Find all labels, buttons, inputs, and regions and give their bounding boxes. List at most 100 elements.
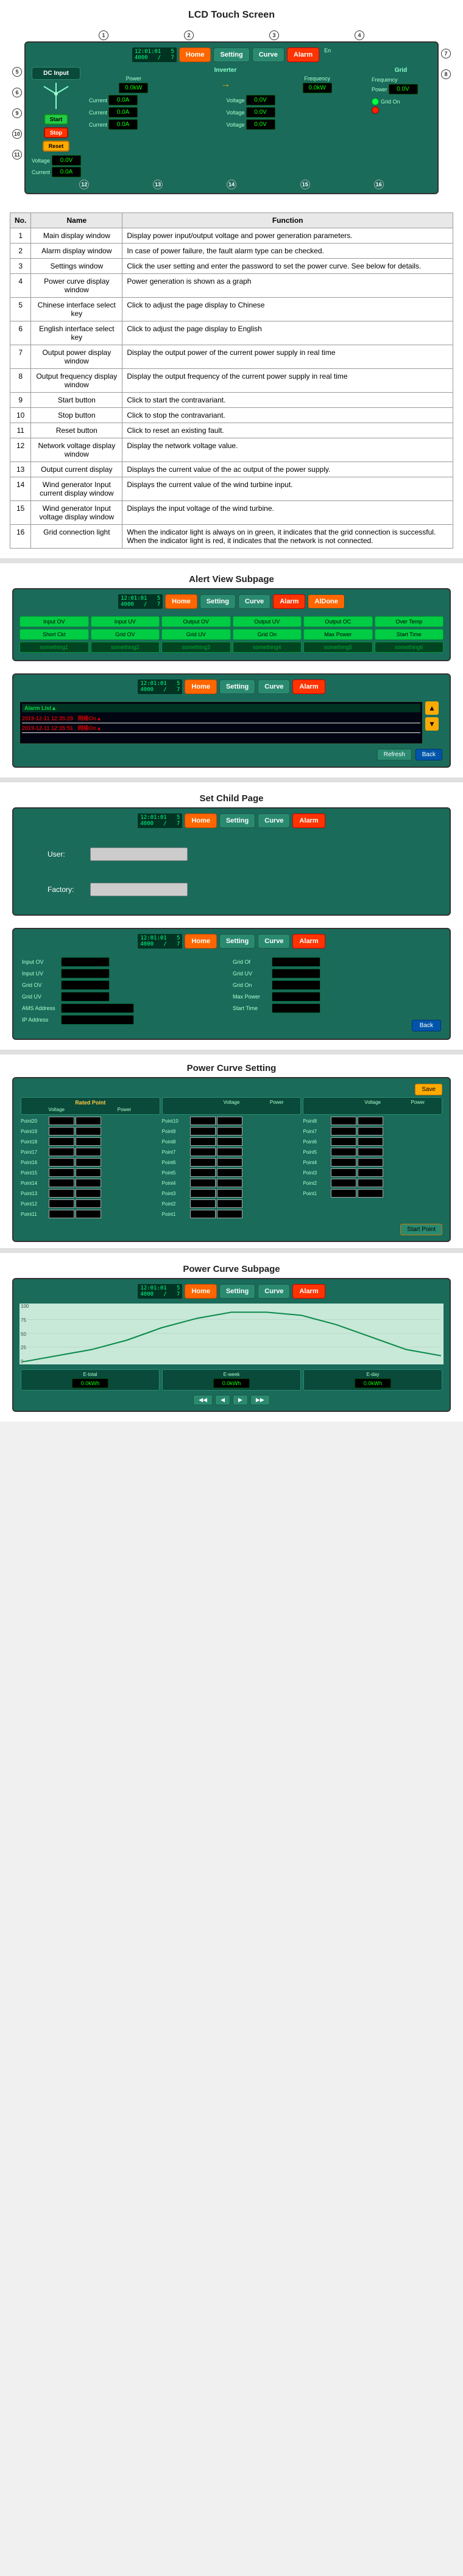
ams-addr-field[interactable] — [61, 1003, 134, 1013]
nav-curve-btn[interactable]: Curve — [252, 47, 285, 62]
alert-nav-curve[interactable]: Curve — [238, 594, 270, 609]
point-voltage-input3[interactable] — [331, 1117, 356, 1125]
point-voltage-input2[interactable] — [190, 1148, 216, 1156]
point-voltage-input3[interactable] — [331, 1158, 356, 1167]
point-power-input[interactable] — [76, 1168, 101, 1177]
curve-right-btn[interactable]: ▶ — [233, 1395, 248, 1405]
curve-next-btn[interactable]: ▶▶ — [250, 1395, 270, 1405]
alert-log-setting[interactable]: Setting — [219, 679, 255, 694]
nav-setting-btn[interactable]: Setting — [213, 47, 249, 62]
alert-log-home[interactable]: Home — [185, 679, 217, 694]
point-voltage-input2[interactable] — [190, 1137, 216, 1146]
curve-save-btn[interactable]: Save — [415, 1084, 442, 1095]
alert-item[interactable]: Grid OV — [91, 629, 160, 640]
grid-on-field[interactable] — [272, 980, 320, 990]
point-power-input2[interactable] — [217, 1210, 242, 1218]
point-voltage-input[interactable] — [49, 1179, 74, 1187]
point-power-input2[interactable] — [217, 1189, 242, 1198]
set-nav-setting[interactable]: Setting — [219, 813, 255, 828]
point-power-input3[interactable] — [358, 1137, 383, 1146]
curve-nav-setting[interactable]: Setting — [219, 1284, 255, 1299]
point-voltage-input[interactable] — [49, 1158, 74, 1167]
point-power-input3[interactable] — [358, 1148, 383, 1156]
point-voltage-input2[interactable] — [190, 1168, 216, 1177]
point-voltage-input2[interactable] — [190, 1117, 216, 1125]
grid-uv2-field[interactable] — [272, 969, 320, 978]
point-voltage-input3[interactable] — [331, 1189, 356, 1198]
point-voltage-input[interactable] — [49, 1210, 74, 1218]
set-nav-alarm[interactable]: Alarm — [292, 813, 325, 828]
point-power-input[interactable] — [76, 1210, 101, 1218]
point-power-input[interactable] — [76, 1189, 101, 1198]
point-power-input2[interactable] — [217, 1127, 242, 1135]
point-power-input3[interactable] — [358, 1189, 383, 1198]
point-power-input[interactable] — [76, 1158, 101, 1167]
back-btn[interactable]: Back — [415, 749, 442, 760]
alert-item[interactable]: something5 — [303, 642, 373, 653]
settings-nav-setting[interactable]: Setting — [219, 934, 255, 949]
alert-item[interactable]: Short Ckt — [19, 629, 89, 640]
refresh-btn[interactable]: Refresh — [377, 749, 412, 760]
settings-nav-home[interactable]: Home — [185, 934, 217, 949]
point-power-input3[interactable] — [358, 1179, 383, 1187]
stop-btn[interactable]: Stop — [44, 127, 68, 138]
point-power-input[interactable] — [76, 1148, 101, 1156]
alert-log-curve[interactable]: Curve — [258, 679, 290, 694]
point-power-input[interactable] — [76, 1137, 101, 1146]
point-voltage-input2[interactable] — [190, 1179, 216, 1187]
alert-item[interactable]: Max Power — [303, 629, 373, 640]
user-input[interactable] — [90, 848, 188, 861]
curve-prev-btn[interactable]: ◀◀ — [193, 1395, 213, 1405]
grid-uv-field[interactable] — [61, 992, 110, 1002]
factory-input[interactable] — [90, 883, 188, 896]
alert-item[interactable]: something3 — [161, 642, 231, 653]
alert-back-top[interactable]: AlDone — [308, 594, 345, 609]
point-voltage-input3[interactable] — [331, 1179, 356, 1187]
reset-btn[interactable]: Reset — [43, 141, 70, 152]
curve-nav-alarm[interactable]: Alarm — [292, 1284, 325, 1299]
start-btn[interactable]: Start — [44, 114, 69, 125]
point-voltage-input3[interactable] — [331, 1148, 356, 1156]
alert-item[interactable]: Input OV — [19, 616, 89, 627]
alert-item[interactable]: Start Time — [375, 629, 444, 640]
point-voltage-input3[interactable] — [331, 1127, 356, 1135]
alert-item[interactable]: Grid On — [233, 629, 302, 640]
alert-log-alarm[interactable]: Alarm — [292, 679, 325, 694]
start-time-field[interactable] — [272, 1003, 320, 1013]
point-voltage-input[interactable] — [49, 1117, 74, 1125]
point-voltage-input2[interactable] — [190, 1210, 216, 1218]
point-voltage-input[interactable] — [49, 1127, 74, 1135]
alert-item[interactable]: Output OC — [303, 616, 373, 627]
point-power-input2[interactable] — [217, 1158, 242, 1167]
settings-nav-alarm[interactable]: Alarm — [292, 934, 325, 949]
point-voltage-input[interactable] — [49, 1189, 74, 1198]
point-voltage-input3[interactable] — [331, 1137, 356, 1146]
point-power-input[interactable] — [76, 1117, 101, 1125]
point-power-input[interactable] — [76, 1127, 101, 1135]
curve-left-btn[interactable]: ◀ — [215, 1395, 230, 1405]
point-power-input2[interactable] — [217, 1199, 242, 1208]
point-voltage-input2[interactable] — [190, 1158, 216, 1167]
ip-addr-field[interactable] — [61, 1015, 134, 1025]
curve-nav-home[interactable]: Home — [185, 1284, 217, 1299]
grid-ov-field[interactable] — [61, 980, 110, 990]
alert-item[interactable]: Output UV — [233, 616, 302, 627]
scroll-up[interactable]: ▲ — [425, 701, 439, 715]
input-uv-field[interactable] — [61, 969, 110, 978]
point-power-input3[interactable] — [358, 1158, 383, 1167]
scroll-down[interactable]: ▼ — [425, 717, 439, 731]
point-power-input[interactable] — [76, 1179, 101, 1187]
point-power-input[interactable] — [76, 1199, 101, 1208]
max-power-field[interactable] — [272, 992, 320, 1002]
alert-item[interactable]: Input UV — [91, 616, 160, 627]
point-power-input3[interactable] — [358, 1117, 383, 1125]
point-voltage-input[interactable] — [49, 1168, 74, 1177]
nav-alarm-btn[interactable]: Alarm — [287, 47, 319, 62]
alert-nav-home[interactable]: Home — [165, 594, 197, 609]
point-power-input2[interactable] — [217, 1179, 242, 1187]
curve-nav-curve[interactable]: Curve — [258, 1284, 290, 1299]
point-voltage-input2[interactable] — [190, 1127, 216, 1135]
point-power-input3[interactable] — [358, 1168, 383, 1177]
alert-nav-alarm[interactable]: Alarm — [273, 594, 305, 609]
input-ov-field[interactable] — [61, 957, 110, 967]
